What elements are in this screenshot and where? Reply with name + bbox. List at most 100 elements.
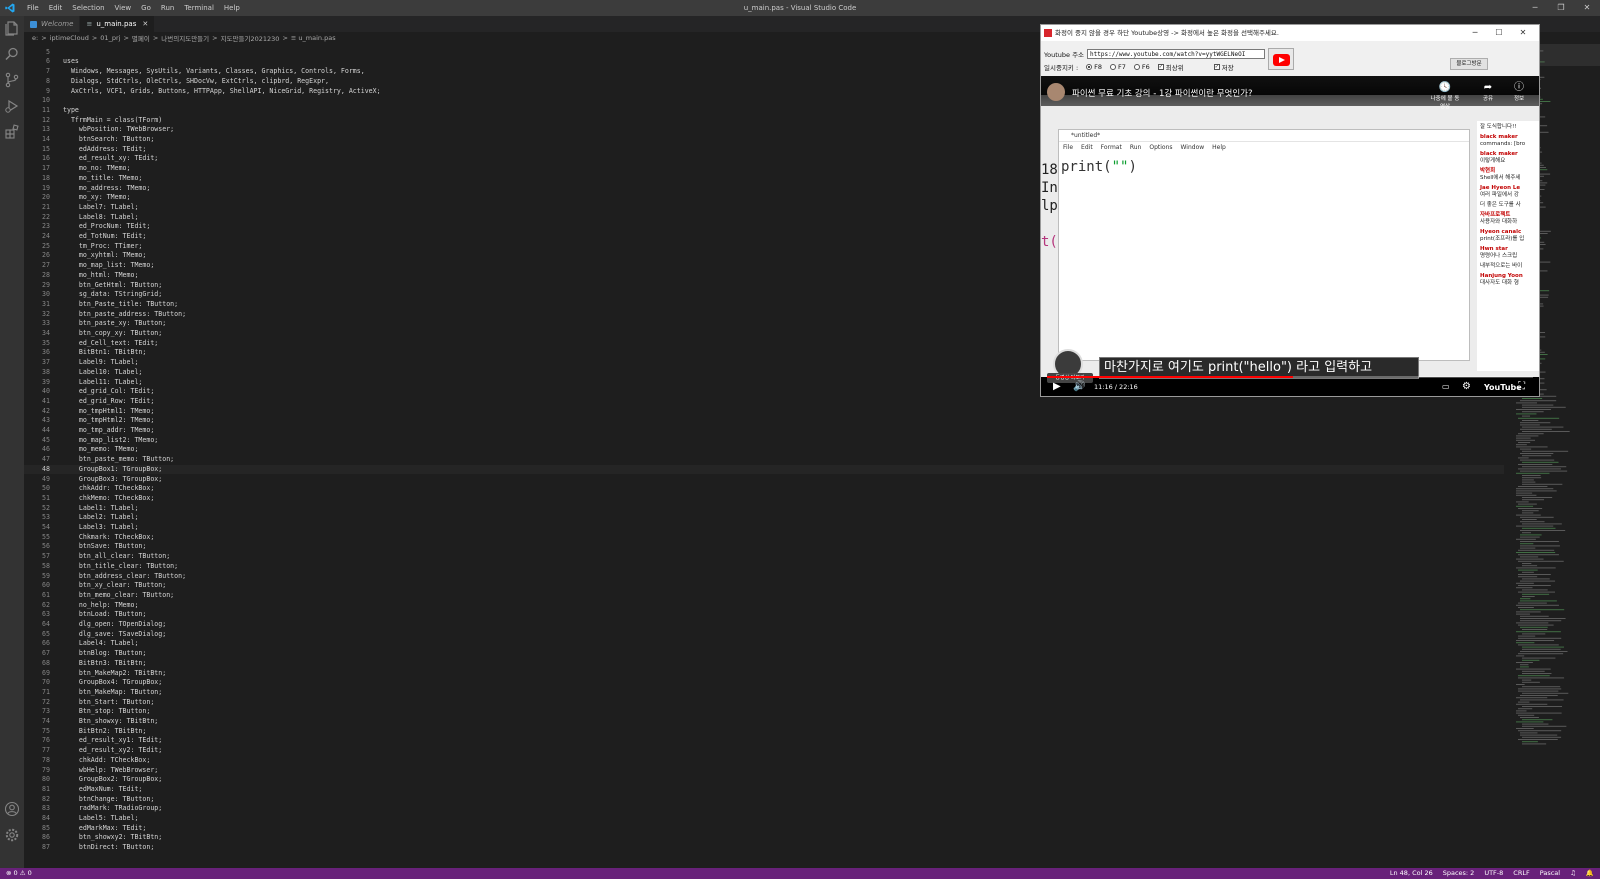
youtube-brand[interactable]: YouTube <box>1484 383 1522 392</box>
hotkey-f6-radio[interactable]: F6 <box>1133 63 1150 71</box>
close-button[interactable]: ✕ <box>1574 0 1600 16</box>
hotkey-f7-radio[interactable]: F7 <box>1110 63 1126 71</box>
breadcrumb-item[interactable]: 01_prj <box>100 34 120 42</box>
code-line[interactable]: 77 ed_result_xy2: TEdit; <box>24 746 1504 756</box>
share-button[interactable]: ➦ 공유 <box>1473 82 1503 102</box>
code-line[interactable]: 79 wbHelp: TWebBrowser; <box>24 766 1504 776</box>
search-icon[interactable] <box>4 46 20 62</box>
menu-go[interactable]: Go <box>136 0 156 16</box>
language-mode[interactable]: Pascal <box>1540 868 1560 879</box>
settings-gear-icon[interactable]: ⚙ <box>1462 381 1471 393</box>
save-checkbox[interactable]: ✓ 저장 <box>1213 62 1234 72</box>
code-line[interactable]: 62 no_help: TMemo; <box>24 601 1504 611</box>
code-line[interactable]: 41 ed_grid_Row: TEdit; <box>24 397 1504 407</box>
code-line[interactable]: 72 btn_Start: TButton; <box>24 698 1504 708</box>
account-icon[interactable] <box>4 801 20 817</box>
code-line[interactable]: 73 Btn_stop: TButton; <box>24 707 1504 717</box>
code-line[interactable]: 54 Label3: TLabel; <box>24 523 1504 533</box>
helper-close-button[interactable]: ✕ <box>1511 25 1535 41</box>
topmost-checkbox[interactable]: ✓ 최상위 <box>1157 62 1184 72</box>
code-line[interactable]: 76 ed_result_xy1: TEdit; <box>24 736 1504 746</box>
line-ending[interactable]: CRLF <box>1513 868 1529 879</box>
code-line[interactable]: 47 btn_paste_memo: TButton; <box>24 455 1504 465</box>
code-line[interactable]: 67 btnBlog: TButton; <box>24 649 1504 659</box>
extensions-icon[interactable] <box>4 124 20 140</box>
encoding[interactable]: UTF-8 <box>1484 868 1503 879</box>
code-line[interactable]: 58 btn_title_clear: TButton; <box>24 562 1504 572</box>
video-title[interactable]: 파이썬 무료 기초 강의 - 1강 파이썬이란 무엇인가? <box>1072 87 1252 99</box>
menu-file[interactable]: File <box>22 0 44 16</box>
code-line[interactable]: 50 chkAddr: TCheckBox; <box>24 484 1504 494</box>
code-line[interactable]: 83 radMark: TRadioGroup; <box>24 804 1504 814</box>
code-line[interactable]: 78 chkAdd: TCheckBox; <box>24 756 1504 766</box>
breadcrumb-item[interactable]: 지도만들기2021230 <box>221 33 280 43</box>
code-line[interactable]: 74 Btn_showxy: TBitBtn; <box>24 717 1504 727</box>
code-line[interactable]: 70 GroupBox4: TGroupBox; <box>24 678 1504 688</box>
breadcrumb-item[interactable]: e: <box>32 34 38 42</box>
code-line[interactable]: 44 mo_tmp_addr: TMemo; <box>24 426 1504 436</box>
problems-count[interactable]: ⊗ 0 ⚠ 0 <box>6 868 32 879</box>
code-line[interactable]: 42 mo_tmpHtml1: TMemo; <box>24 407 1504 417</box>
feedback-icon[interactable]: ♫ <box>1570 868 1576 879</box>
menu-terminal[interactable]: Terminal <box>179 0 219 16</box>
youtube-video-player[interactable]: 18. Int lp' t(' *untitled* File Edit For… <box>1041 76 1539 396</box>
menu-view[interactable]: View <box>110 0 137 16</box>
code-line[interactable]: 81 edMaxNum: TEdit; <box>24 785 1504 795</box>
explorer-icon[interactable] <box>4 20 20 36</box>
code-line[interactable]: 60 btn_xy_clear: TButton; <box>24 581 1504 591</box>
blog-visit-button[interactable]: 블로그방문 <box>1450 58 1488 70</box>
code-line[interactable]: 55 Chkmark: TCheckBox; <box>24 533 1504 543</box>
code-line[interactable]: 59 btn_address_clear: TButton; <box>24 572 1504 582</box>
code-line[interactable]: 57 btn_all_clear: TButton; <box>24 552 1504 562</box>
code-line[interactable]: 80 GroupBox2: TGroupBox; <box>24 775 1504 785</box>
code-line[interactable]: 46 mo_memo: TMemo; <box>24 445 1504 455</box>
restore-button[interactable]: ❐ <box>1548 0 1574 16</box>
channel-avatar[interactable] <box>1047 83 1065 101</box>
tab-welcome[interactable]: Welcome <box>24 16 81 32</box>
code-line[interactable]: 82 btnChange: TButton; <box>24 795 1504 805</box>
menu-help[interactable]: Help <box>219 0 245 16</box>
code-line[interactable]: 49 GroupBox3: TGroupBox; <box>24 475 1504 485</box>
breadcrumb-item[interactable]: 나번의지도만들기 <box>161 33 209 43</box>
code-line[interactable]: 87 btnDirect: TButton; <box>24 843 1504 852</box>
code-line[interactable]: 43 mo_tmpHtml2: TMemo; <box>24 416 1504 426</box>
code-line[interactable]: 53 Label2: TLabel; <box>24 513 1504 523</box>
watch-later-button[interactable]: 🕓 나중에 볼 동영상 <box>1430 82 1460 110</box>
youtube-url-input[interactable] <box>1087 49 1266 59</box>
close-tab-icon[interactable]: ✕ <box>142 20 148 28</box>
breadcrumb-item[interactable]: iptimeCloud <box>50 34 89 42</box>
code-line[interactable]: 61 btn_memo_clear: TButton; <box>24 591 1504 601</box>
helper-minimize-button[interactable]: ─ <box>1463 25 1487 41</box>
cursor-position[interactable]: Ln 48, Col 26 <box>1390 868 1433 879</box>
volume-icon[interactable]: 🔊 <box>1073 381 1085 393</box>
code-line[interactable]: 51 chkMemo: TCheckBox; <box>24 494 1504 504</box>
code-line[interactable]: 63 btnLoad: TButton; <box>24 610 1504 620</box>
minimize-button[interactable]: ─ <box>1522 0 1548 16</box>
youtube-open-button[interactable] <box>1268 48 1294 70</box>
info-button[interactable]: ⓘ 정보 <box>1504 82 1534 102</box>
code-line[interactable]: 84 Label5: TLabel; <box>24 814 1504 824</box>
breadcrumb-item[interactable]: 별페이 <box>132 33 150 43</box>
breadcrumb-item[interactable]: ≡ u_main.pas <box>291 34 336 42</box>
code-line[interactable]: 85 edMarkMax: TEdit; <box>24 824 1504 834</box>
code-line[interactable]: 52 Label1: TLabel; <box>24 504 1504 514</box>
code-line[interactable]: 45 mo_map_list2: TMemo; <box>24 436 1504 446</box>
fullscreen-icon[interactable]: ⛶ <box>1518 381 1525 393</box>
code-line[interactable]: 68 BitBtn3: TBitBtn; <box>24 659 1504 669</box>
code-line[interactable]: 56 btnSave: TButton; <box>24 542 1504 552</box>
indentation[interactable]: Spaces: 2 <box>1443 868 1475 879</box>
code-line[interactable]: 65 dlg_save: TSaveDialog; <box>24 630 1504 640</box>
code-line[interactable]: 69 btn_MakeMap2: TBitBtn; <box>24 669 1504 679</box>
settings-gear-icon[interactable] <box>4 827 20 843</box>
captions-icon[interactable]: ▭ <box>1442 381 1450 393</box>
tab-u-main-pas[interactable]: ≡ u_main.pas ✕ <box>80 16 156 32</box>
code-line[interactable]: 48 GroupBox1: TGroupBox; <box>24 465 1504 475</box>
code-line[interactable]: 64 dlg_open: TOpenDialog; <box>24 620 1504 630</box>
source-control-icon[interactable] <box>4 72 20 88</box>
menu-edit[interactable]: Edit <box>44 0 68 16</box>
run-debug-icon[interactable] <box>4 98 20 114</box>
notifications-bell-icon[interactable]: 🔔 <box>1586 868 1594 879</box>
code-line[interactable]: 66 Label4: TLabel; <box>24 639 1504 649</box>
code-line[interactable]: 75 BitBtn2: TBitBtn; <box>24 727 1504 737</box>
menu-run[interactable]: Run <box>156 0 179 16</box>
